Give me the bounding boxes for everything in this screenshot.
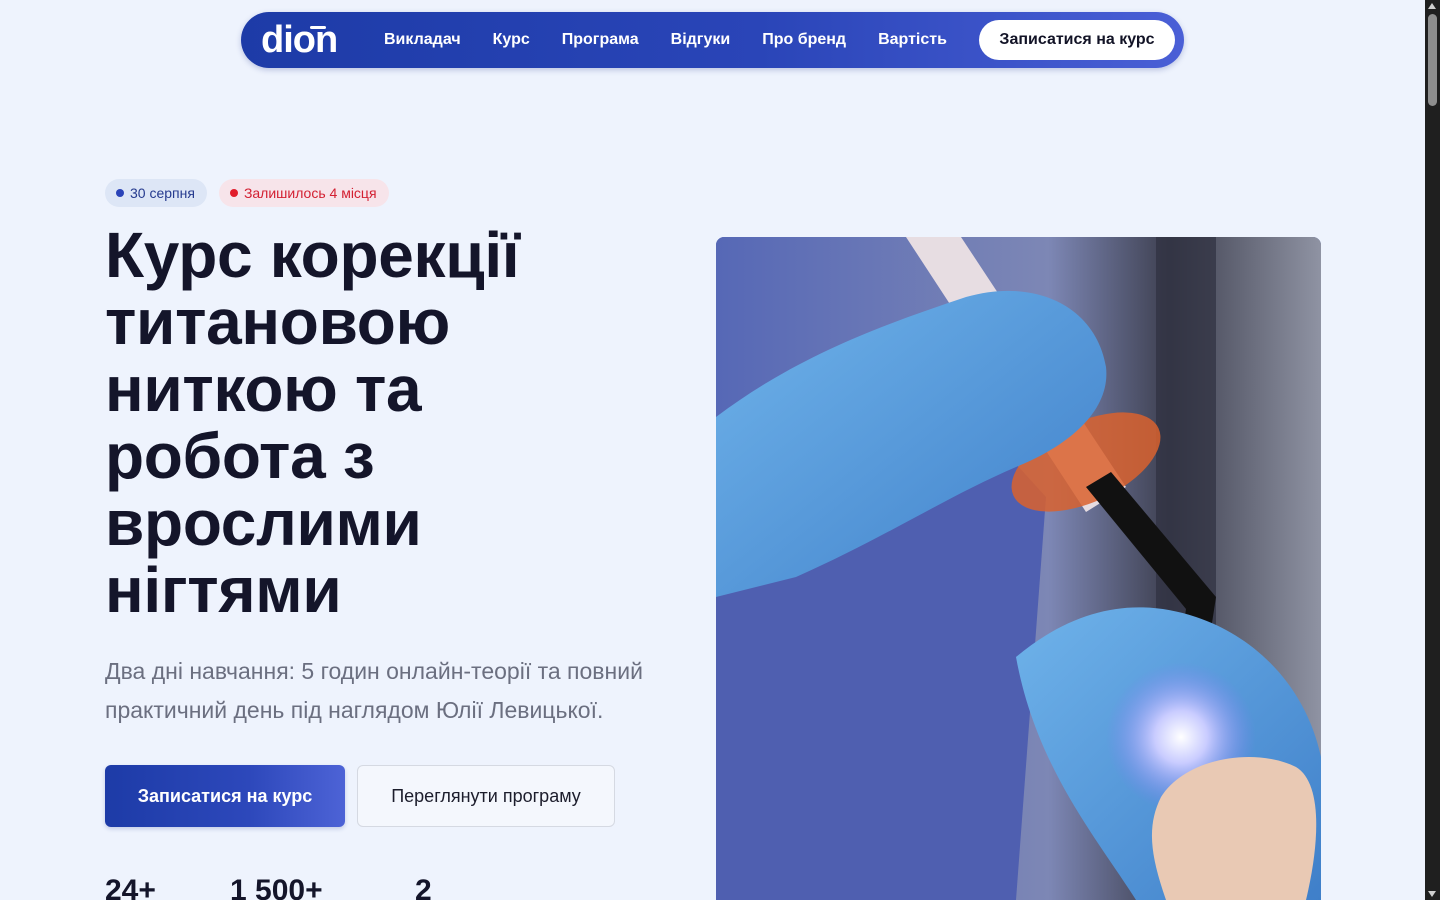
hero-title-line: ниткою та [105, 353, 422, 425]
scroll-down-arrow-icon[interactable] [1428, 891, 1436, 897]
nav-link-price[interactable]: Вартість [878, 31, 947, 49]
signup-button[interactable]: Записатися на курс [105, 765, 345, 827]
nav-link-reviews[interactable]: Відгуки [671, 31, 731, 49]
nav-link-about-brand[interactable]: Про бренд [762, 31, 846, 49]
nav-link-program[interactable]: Програма [562, 31, 639, 49]
hero-title-line: титановою [105, 286, 450, 358]
brand-logo[interactable]: dion [261, 20, 351, 60]
page-scrollbar[interactable] [1425, 0, 1440, 900]
hero-badges: 30 серпня Залишилось 4 місця [105, 179, 389, 207]
view-program-button[interactable]: Переглянути програму [357, 765, 615, 827]
seats-badge-label: Залишилось 4 місця [243, 185, 377, 201]
scroll-up-arrow-icon[interactable] [1428, 3, 1436, 9]
nav-link-teacher[interactable]: Викладач [384, 31, 461, 49]
hero-subtitle: Два дні навчання: 5 годин онлайн-теорії … [105, 658, 643, 723]
stat-value: 2 [415, 874, 432, 900]
hero-title-line: робота з [105, 420, 375, 492]
hero-title: Курс корекції титановою ниткою та робота… [105, 222, 665, 624]
nav-links: Викладач Курс Програма Відгуки Про бренд… [384, 12, 979, 68]
date-badge-label: 30 серпня [130, 185, 195, 201]
hero-title-line: нігтями [105, 554, 342, 626]
logo-macron [310, 26, 326, 29]
stat-value: 24+ [105, 874, 156, 900]
date-badge: 30 серпня [105, 179, 207, 207]
scrollbar-thumb[interactable] [1428, 14, 1437, 106]
hero-title-line: Курс корекції [105, 219, 520, 291]
seats-badge: Залишилось 4 місця [218, 179, 389, 207]
hero-title-line: врослими [105, 487, 422, 559]
red-dot-icon [229, 189, 238, 197]
hero-stats: 24+ 1 500+ 2 [105, 874, 432, 900]
nav-link-course[interactable]: Курс [493, 31, 530, 49]
stat-value: 1 500+ [230, 874, 323, 900]
blue-dot-icon [116, 189, 124, 197]
nav-signup-button[interactable]: Записатися на курс [979, 20, 1175, 60]
hero-photo [716, 237, 1321, 900]
photo-gloved-hands-uv-lamp-icon [716, 237, 1321, 900]
top-navigation: dion Викладач Курс Програма Відгуки Про … [241, 12, 1184, 68]
logo-text: dion [261, 19, 338, 61]
